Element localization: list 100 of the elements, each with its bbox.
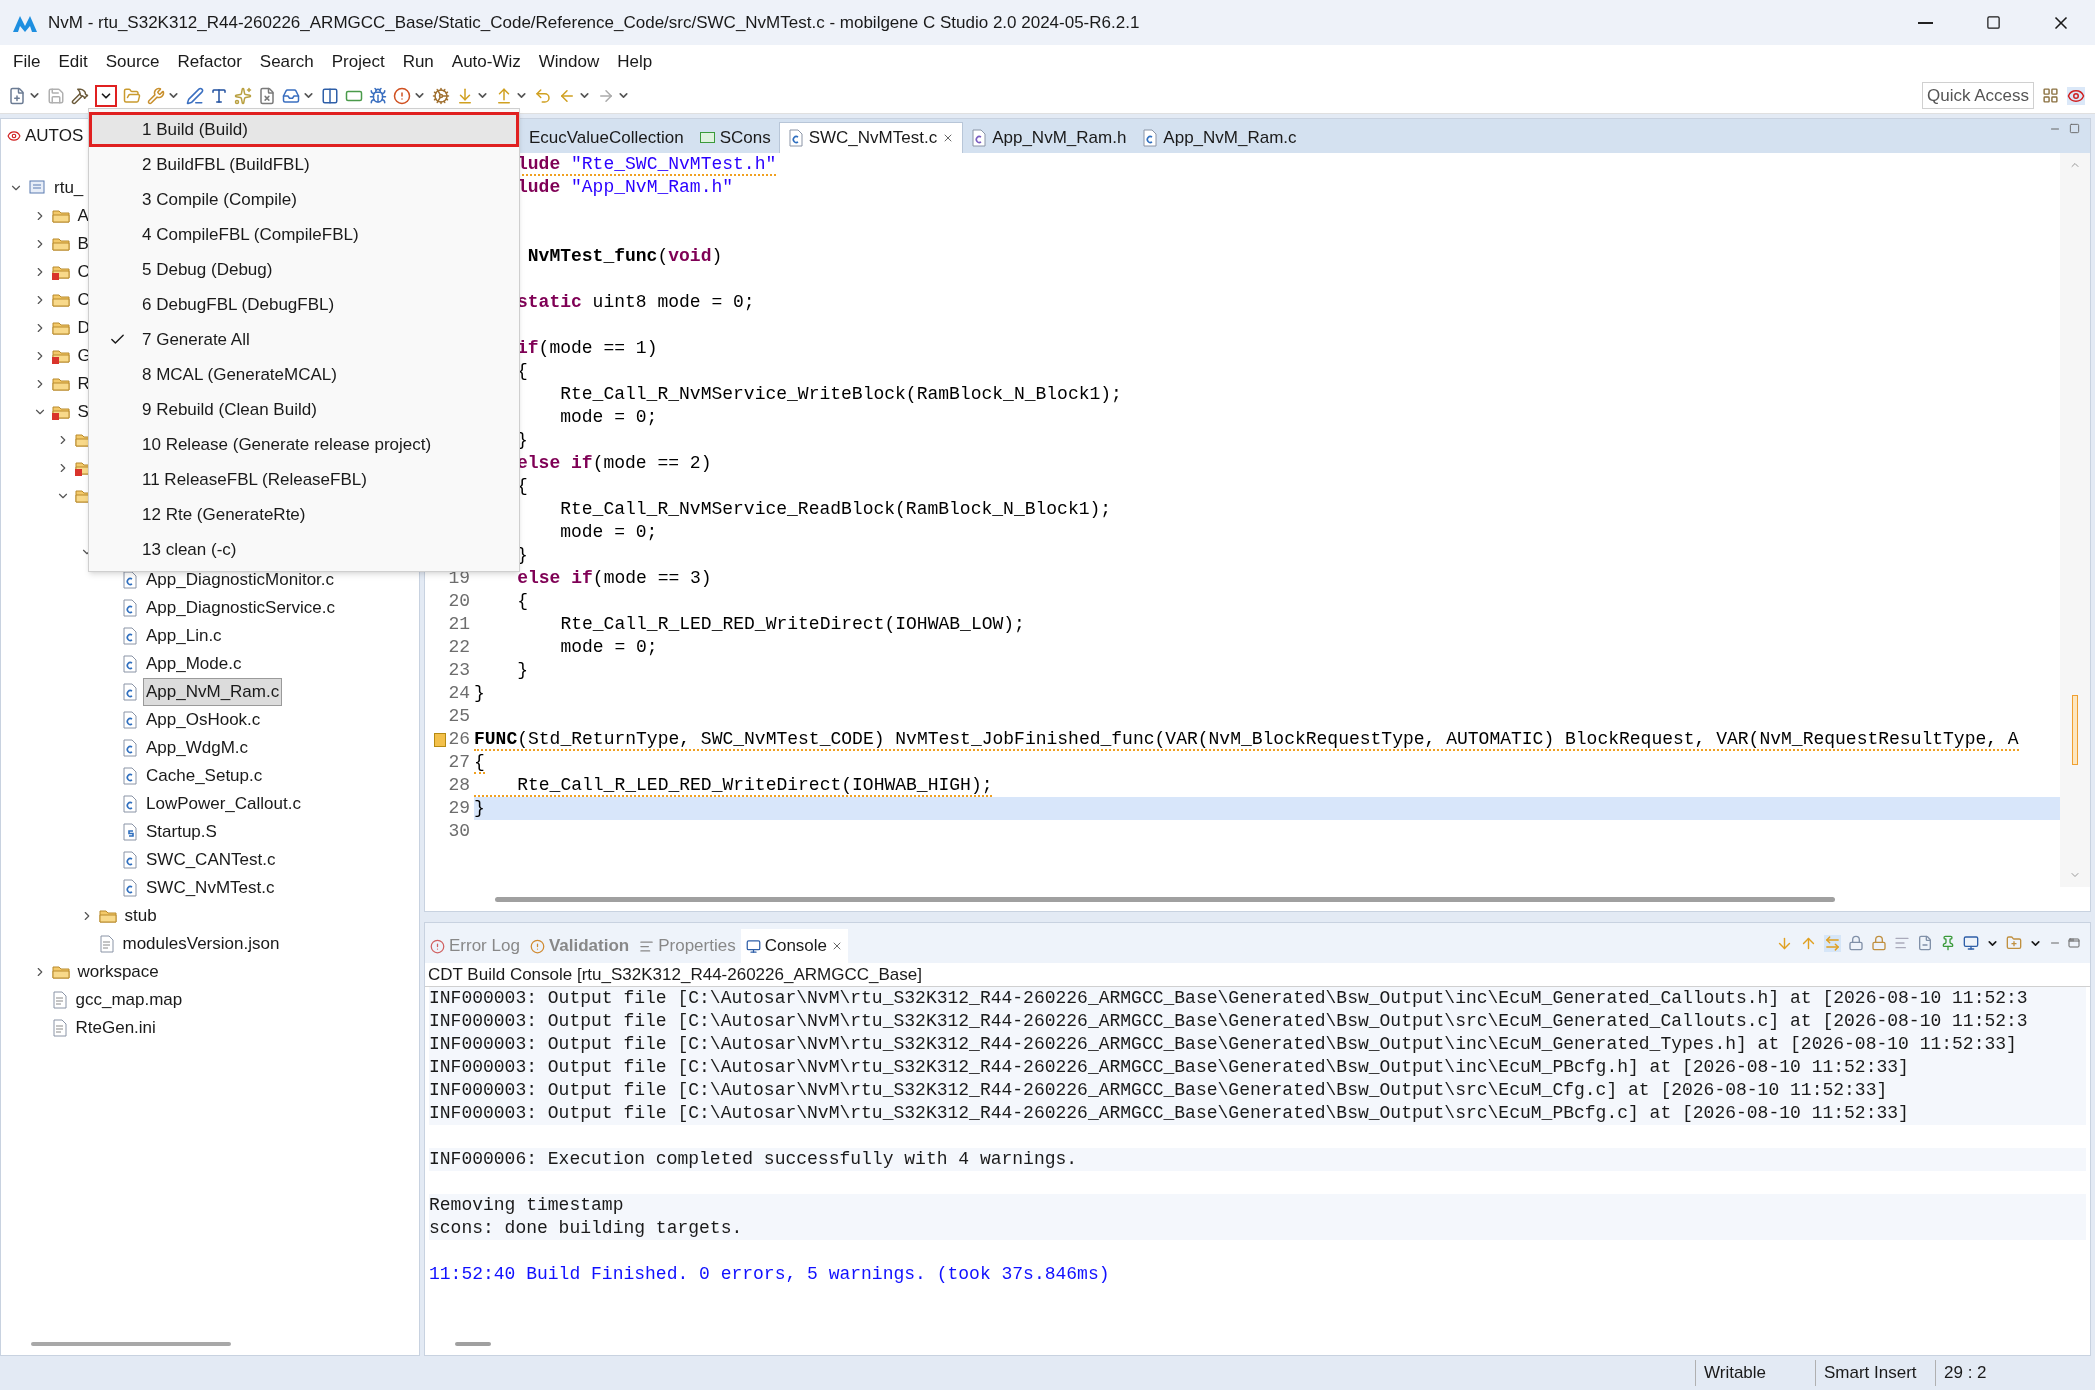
editor-tab[interactable]: SCons (691, 122, 779, 153)
tree-item[interactable]: App_WdgM.c (143, 734, 252, 762)
pin-icon[interactable] (1940, 935, 1956, 951)
menu-item[interactable]: 2 BuildFBL (BuildFBL) (89, 147, 519, 182)
assembly-file-icon (122, 823, 138, 841)
tree-item[interactable]: App_OsHook.c (143, 706, 264, 734)
tree-item[interactable]: Startup.S (143, 818, 220, 846)
clear-icon[interactable] (1917, 935, 1933, 951)
code-line: { (517, 360, 528, 383)
tree-item[interactable]: Cache_Setup.c (143, 762, 266, 790)
editor-tab[interactable]: SWC_NvMTest.c (778, 122, 964, 153)
line-number: 22 (448, 636, 470, 659)
line-number: 20 (448, 590, 470, 613)
scrollbar[interactable] (495, 896, 1835, 902)
alert-icon[interactable] (393, 86, 411, 105)
dropdown-button[interactable] (95, 84, 117, 107)
c-file-icon (122, 851, 138, 869)
grid-icon[interactable] (2042, 87, 2059, 104)
bug-icon[interactable] (369, 86, 387, 105)
sparkle-icon[interactable] (234, 86, 252, 105)
folder-icon (51, 292, 70, 308)
import-icon[interactable] (282, 86, 300, 105)
menu-item[interactable]: 6 DebugFBL (DebugFBL) (89, 287, 519, 322)
code-line: NvMTest_func(void) (526, 245, 723, 268)
tree-item[interactable]: B (74, 230, 92, 258)
tree-item[interactable]: A (74, 202, 92, 230)
tree-item[interactable]: SWC_CANTest.c (143, 846, 279, 874)
line-number: 28 (448, 774, 470, 797)
tree-item[interactable]: App_DiagnosticService.c (143, 594, 338, 622)
menu-item[interactable]: Window (529, 45, 609, 78)
monitor-icon[interactable] (1963, 935, 1979, 951)
scrollbar[interactable] (455, 1342, 491, 1346)
panel-tab[interactable]: AUTOS (1, 119, 90, 153)
menu-item[interactable]: Auto-Wiz (442, 45, 530, 78)
tree-item[interactable]: gcc_map.map (72, 986, 186, 1014)
tree-item[interactable]: modulesVersion.json (119, 930, 283, 958)
menu-item[interactable]: 4 CompileFBL (CompileFBL) (89, 217, 519, 252)
new-folder-icon[interactable] (2006, 935, 2022, 951)
folder-icon (51, 208, 70, 224)
menu-item[interactable]: Search (250, 45, 323, 78)
tree-item[interactable]: rtu_ (51, 174, 87, 202)
tree-item[interactable]: S (74, 398, 92, 426)
code-line: mode = 0; (559, 521, 658, 544)
console-line: INF000003: Output file [C:\Autosar\NvM\rtu_S32K312_R44-260226_ARMGCC_Base\Generated\Bsw_Output\inc\EcuM_Generated_Callouts.h] at [2026-08-10 11:52:3 (429, 987, 2028, 1010)
tree-item[interactable]: stub (121, 902, 160, 930)
tree-item[interactable]: App_NvM_Ram.c (143, 678, 283, 706)
quick-access-field[interactable]: Quick Access (1921, 82, 2034, 109)
menu-item[interactable]: Edit (49, 45, 97, 78)
menu-item[interactable]: 1 Build (Build) (89, 112, 519, 147)
gear-icon[interactable] (432, 86, 450, 105)
tree-item[interactable]: App_Lin.c (143, 622, 225, 650)
menu-item[interactable]: 5 Debug (Debug) (89, 252, 519, 287)
console-line: scons: done building targets. (429, 1217, 743, 1240)
code-line: mode = 0; (559, 406, 658, 429)
editor-tab[interactable]: App_NvM_Ram.c (1134, 122, 1305, 153)
tree-item[interactable]: workspace (74, 958, 162, 986)
menu-item[interactable]: File (4, 45, 50, 78)
eye-icon[interactable] (2067, 86, 2085, 105)
file-remove-icon[interactable] (258, 86, 276, 105)
tree-item[interactable]: App_Mode.c (143, 650, 245, 678)
code-line: static uint8 mode = 0; (517, 291, 755, 314)
view-tab[interactable]: Console (740, 929, 849, 963)
menu-item[interactable]: 13 clean (-c) (89, 532, 519, 567)
text-icon[interactable] (210, 86, 228, 105)
console-line: INF000003: Output file [C:\Autosar\NvM\rtu_S32K312_R44-260226_ARMGCC_Base\Generated\Bsw_Output\inc\EcuM_PBcfg.h] at [2026-08-10 11:52:33] (429, 1056, 1909, 1079)
rectangle-icon (699, 132, 715, 143)
menu-item[interactable]: 3 Compile (Compile) (89, 182, 519, 217)
menu-item[interactable]: 8 MCAL (GenerateMCAL) (89, 357, 519, 392)
scrollbar[interactable] (31, 1342, 231, 1346)
menu-item[interactable]: 10 Release (Generate release project) (89, 427, 519, 462)
console-line: INF000003: Output file [C:\Autosar\NvM\rtu_S32K312_R44-260226_ARMGCC_Base\Generated\Bsw_Output\src\EcuM_PBcfg.c] at [2026-08-10 11:52:33] (429, 1102, 1909, 1125)
pen-icon[interactable] (186, 86, 204, 105)
hammer-icon[interactable] (71, 86, 89, 105)
maximize-icon[interactable] (2069, 123, 2080, 134)
tree-item[interactable]: SWC_NvMTest.c (143, 874, 278, 902)
line-number: 23 (448, 659, 470, 682)
menu-item[interactable]: 11 ReleaseFBL (ReleaseFBL) (89, 462, 519, 497)
window-title: NvM - rtu_S32K312_R44-260226_ARMGCC_Base/Static_Code/Reference_Code/src/SWC_NvMTest.c - mobilgene C Studio 2.0 2024-05-R6.2.1 (48, 11, 1140, 34)
menu-item[interactable]: 7 Generate All (89, 322, 519, 357)
editor-tab[interactable]: EcucValueCollection (521, 122, 692, 153)
menu-item[interactable]: 9 Rebuild (Clean Build) (89, 392, 519, 427)
menu-item[interactable]: Run (393, 45, 443, 78)
folder-icon (51, 376, 70, 392)
lock-icon[interactable] (1848, 935, 1864, 951)
maximize-icon[interactable] (2068, 937, 2080, 949)
lock-icon[interactable] (1871, 935, 1887, 951)
menu-item[interactable]: Help (608, 45, 662, 78)
folder-icon[interactable] (123, 86, 141, 105)
menu-item[interactable]: Project (322, 45, 394, 78)
text-file-icon (51, 991, 68, 1009)
columns-icon[interactable] (321, 86, 339, 105)
tree-item[interactable]: LowPower_Callout.c (143, 790, 304, 818)
c-file-icon (122, 739, 138, 757)
editor-tab[interactable]: App_NvM_Ram.h (963, 122, 1135, 153)
menu-item[interactable]: Refactor (168, 45, 251, 78)
menu-item[interactable]: Source (96, 45, 169, 78)
menu-item[interactable]: 12 Rte (GenerateRte) (89, 497, 519, 532)
tree-item[interactable]: RteGen.ini (72, 1014, 159, 1042)
c-file-icon (122, 879, 138, 897)
new-file-icon[interactable] (8, 86, 26, 105)
